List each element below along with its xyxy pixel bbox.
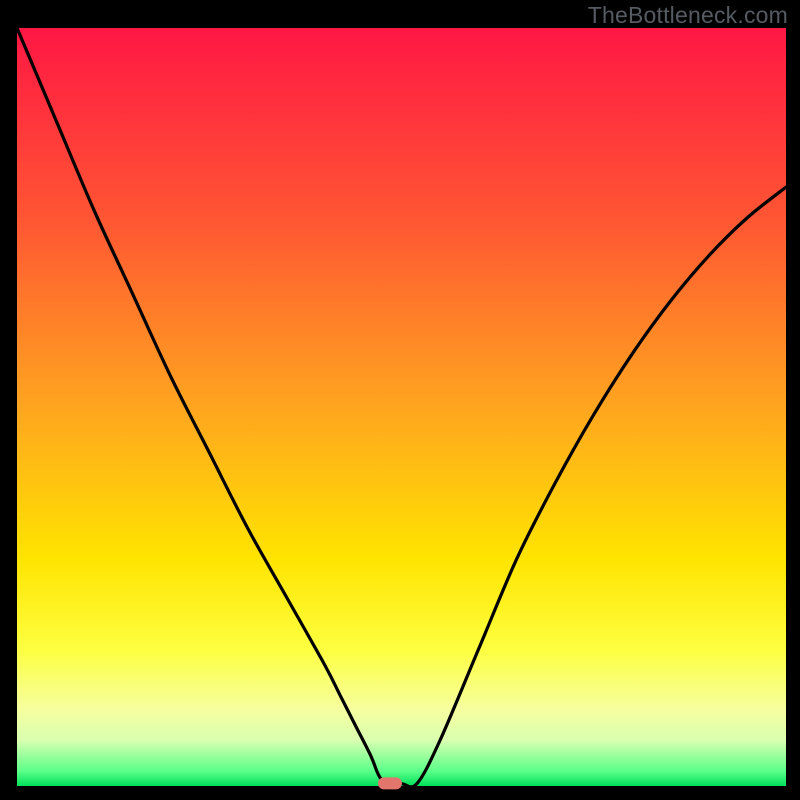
plot-background — [17, 28, 786, 786]
bottleneck-chart — [0, 0, 800, 800]
optimal-marker — [378, 777, 402, 789]
watermark-text: TheBottleneck.com — [588, 2, 788, 29]
chart-frame: TheBottleneck.com — [0, 0, 800, 800]
